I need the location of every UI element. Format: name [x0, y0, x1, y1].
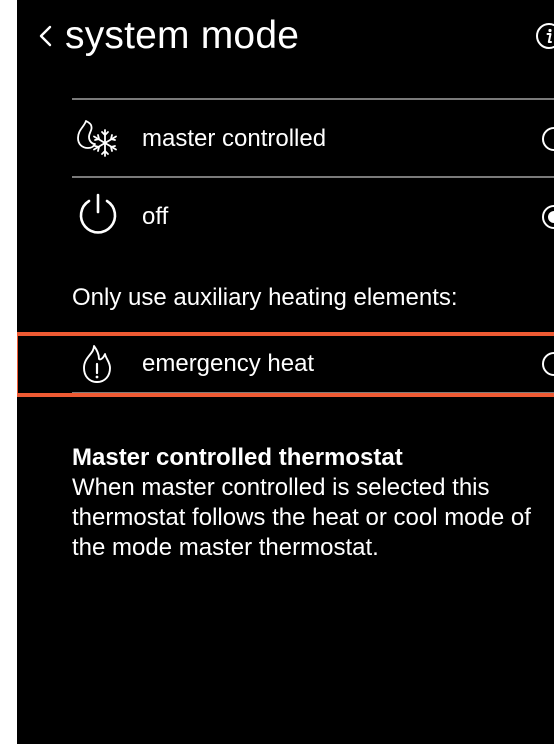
power-icon	[79, 193, 117, 234]
back-chevron-icon[interactable]	[37, 24, 55, 48]
highlight-box	[17, 332, 554, 397]
flame-snowflake-icon	[77, 120, 117, 157]
option-label: off	[142, 203, 169, 230]
radio-button[interactable]	[542, 127, 554, 151]
description: Master controlled thermostat When master…	[72, 443, 554, 563]
description-title: Master controlled thermostat	[72, 444, 403, 471]
info-icon[interactable]	[535, 22, 554, 50]
radio-button-selected[interactable]	[542, 205, 554, 229]
page-title: system mode	[65, 14, 300, 57]
system-mode-screen: system mode master controlled off Only u…	[17, 0, 554, 744]
option-off[interactable]: off	[72, 178, 554, 254]
auxiliary-section-label: Only use auxiliary heating elements:	[72, 284, 458, 311]
description-body: When master controlled is selected this …	[72, 474, 531, 561]
header: system mode	[17, 0, 554, 90]
option-master-controlled[interactable]: master controlled	[72, 100, 554, 176]
option-label: master controlled	[142, 125, 327, 152]
